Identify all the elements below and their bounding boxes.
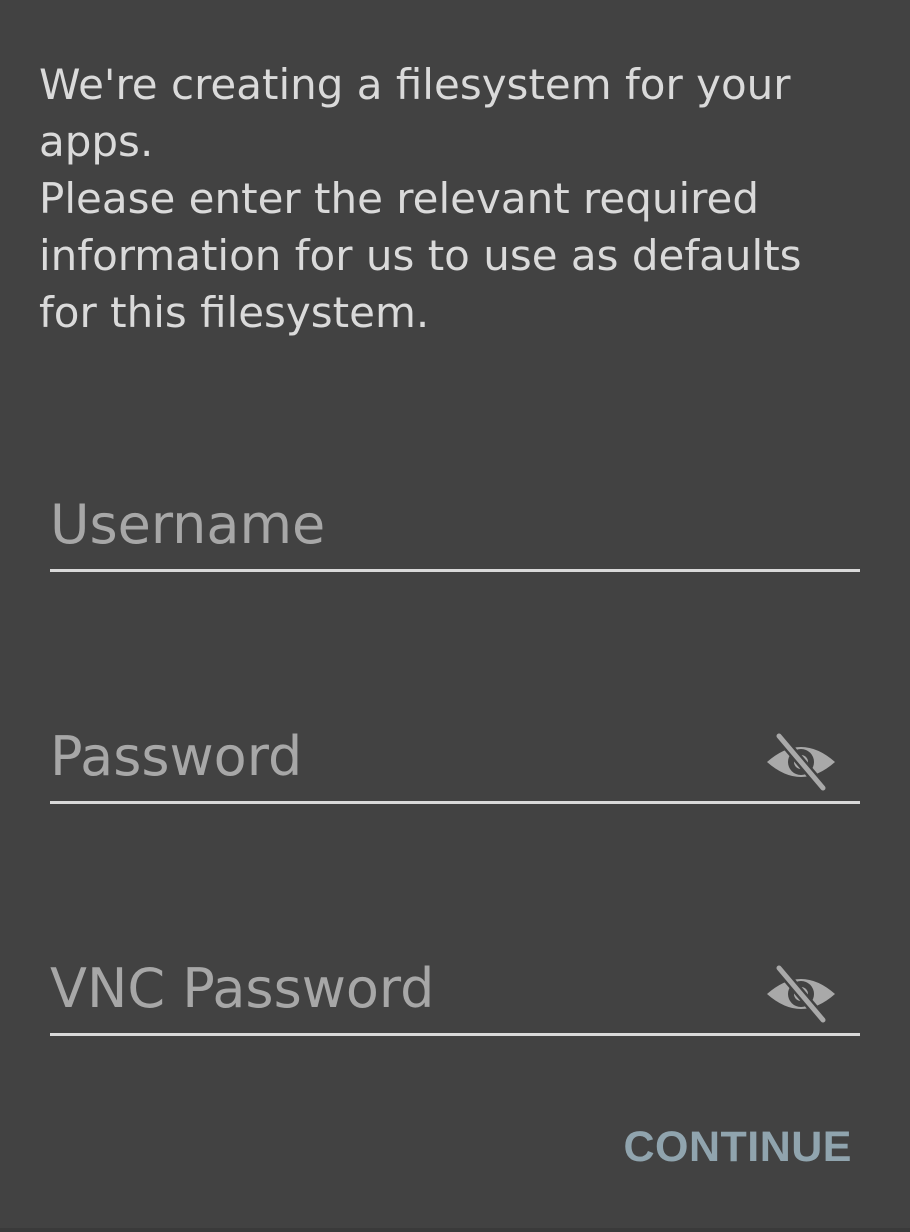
continue-button[interactable]: CONTINUE xyxy=(623,1118,852,1176)
password-underline xyxy=(50,801,860,804)
message-line: for this filesystem. xyxy=(39,288,430,337)
message-line: Please enter the relevant required xyxy=(39,174,760,223)
message-line: We're creating a filesystem for your xyxy=(39,60,791,109)
vnc-password-underline xyxy=(50,1033,860,1036)
message-line: information for us to use as defaults xyxy=(39,231,802,280)
username-input[interactable] xyxy=(50,482,750,566)
setup-dialog: We're creating a filesystem for your app… xyxy=(0,0,910,1232)
password-visibility-toggle[interactable] xyxy=(764,732,838,792)
password-input[interactable] xyxy=(50,714,750,798)
vnc-password-input[interactable] xyxy=(50,946,750,1030)
bottom-edge xyxy=(0,1228,910,1232)
dialog-message: We're creating a filesystem for your app… xyxy=(39,56,839,341)
visibility-off-icon xyxy=(767,732,835,792)
username-underline xyxy=(50,569,860,572)
username-field-container xyxy=(50,482,860,572)
vnc-password-field-container xyxy=(50,946,860,1036)
password-field-container xyxy=(50,714,860,804)
message-line: apps. xyxy=(39,117,154,166)
visibility-off-icon xyxy=(767,964,835,1024)
vnc-password-visibility-toggle[interactable] xyxy=(764,964,838,1024)
